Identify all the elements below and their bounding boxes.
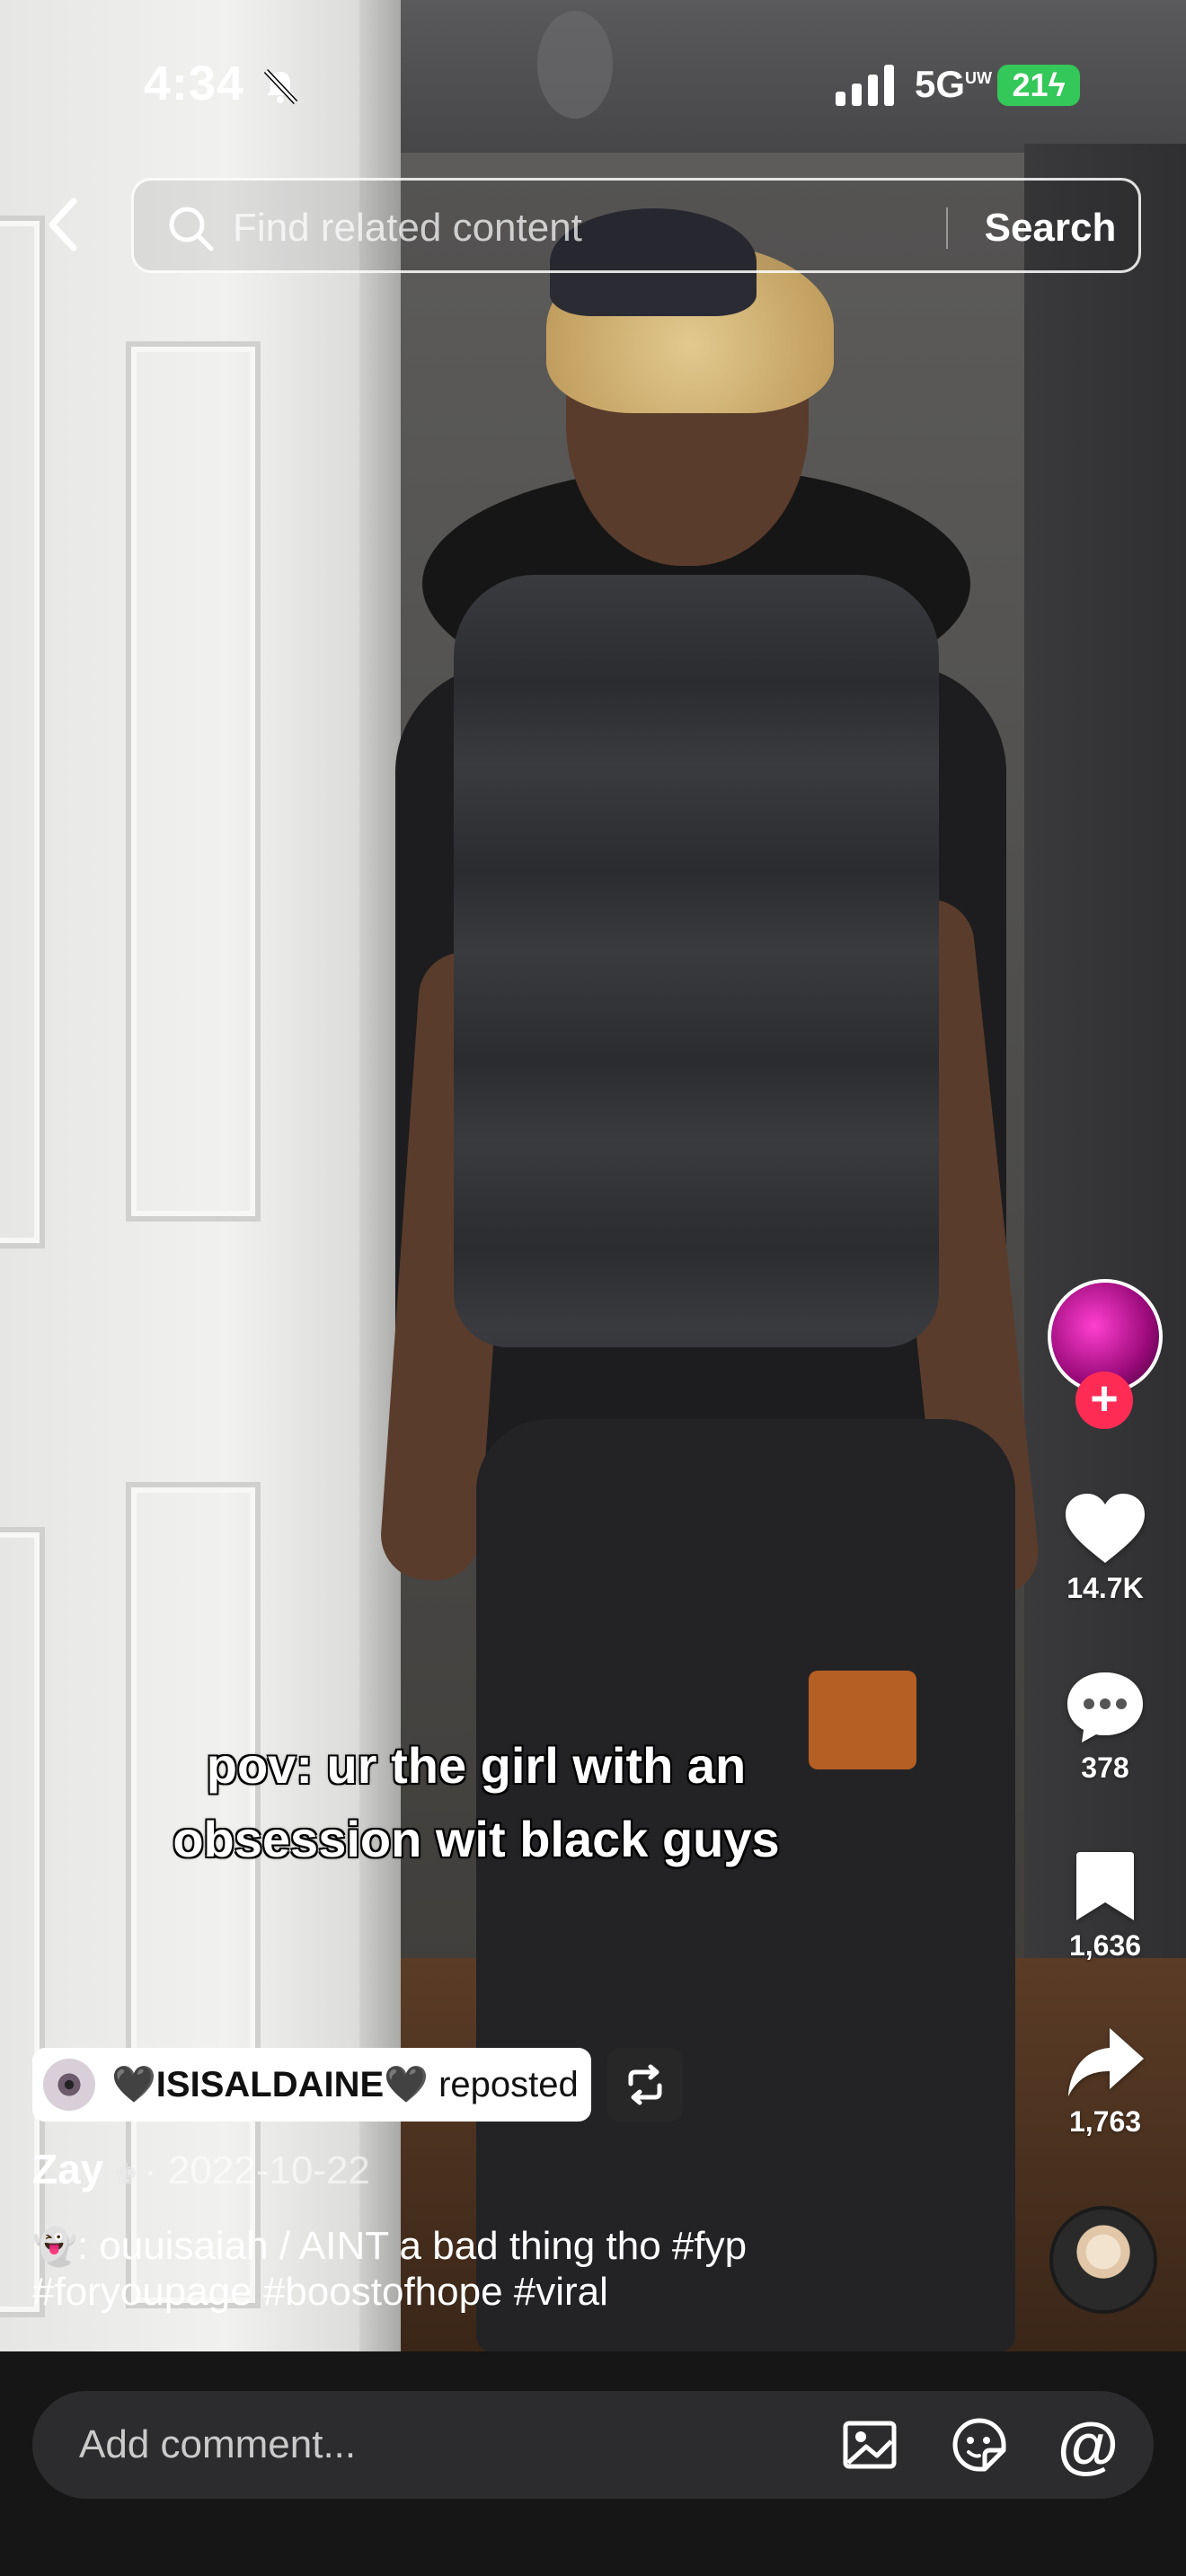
description-hashtags[interactable]: #foryoupage #boostofhope #viral xyxy=(32,2270,1021,2315)
network-type-suffix: UW xyxy=(965,69,993,87)
description-text: : ouuisaiah / AINT a bad thing tho #fyp xyxy=(76,2224,748,2268)
at-icon[interactable]: @ xyxy=(1057,2407,1120,2483)
bookmark-icon xyxy=(1076,1852,1134,1920)
favorite-count: 1,636 xyxy=(1068,1929,1142,1962)
search-divider xyxy=(946,207,948,249)
comment-button[interactable]: 378 xyxy=(1042,1669,1168,1785)
chevron-left-icon[interactable] xyxy=(32,189,95,260)
repost-icon xyxy=(628,2064,662,2105)
author-line: Zay ♚ · 2022-10-22 xyxy=(32,2145,370,2193)
door-panel xyxy=(0,216,45,1248)
door-panel xyxy=(0,1527,45,2317)
post-description: 👻: ouuisaiah / AINT a bad thing tho #fyp… xyxy=(32,2224,1021,2315)
share-button[interactable]: 1,763 xyxy=(1042,2025,1168,2139)
ghost-icon: 👻 xyxy=(32,2228,77,2267)
comment-input[interactable]: Add comment... xyxy=(79,2391,356,2499)
battery-level: 21 xyxy=(1012,66,1049,103)
caption-line: obsession wit black guys xyxy=(172,1810,780,1868)
battery-indicator: 21ϟ xyxy=(997,65,1080,106)
image-icon[interactable] xyxy=(841,2416,898,2474)
comment-bar: Add comment... @ xyxy=(0,2351,1186,2576)
repost-user-avatar xyxy=(43,2059,95,2111)
charging-bolt-icon: ϟ xyxy=(1048,66,1066,103)
comment-count: 378 xyxy=(1081,1751,1129,1784)
share-count: 1,763 xyxy=(1068,2105,1142,2138)
like-button[interactable]: 14.7K xyxy=(1042,1491,1168,1605)
author-name[interactable]: Zay xyxy=(32,2146,103,2192)
heart-icon xyxy=(1066,1494,1145,1563)
search-button[interactable]: Search xyxy=(969,198,1131,258)
repost-action-label: reposted xyxy=(438,2065,579,2104)
description-line: 👻: ouuisaiah / AINT a bad thing tho #fyp xyxy=(32,2224,1021,2270)
follow-plus-icon[interactable]: + xyxy=(1075,1372,1133,1429)
person-puffer-vest xyxy=(454,575,939,1347)
share-icon xyxy=(1068,2028,1144,2096)
video-caption-overlay: pov: ur the girl with an obsession wit b… xyxy=(99,1729,854,1876)
bell-muted-icon xyxy=(263,68,298,105)
like-count: 14.7K xyxy=(1067,1572,1144,1604)
repost-button[interactable] xyxy=(607,2048,683,2122)
comment-field[interactable]: Add comment... @ xyxy=(32,2391,1154,2499)
signal-bars-icon xyxy=(836,65,894,106)
search-icon xyxy=(169,207,214,251)
search-input[interactable]: Find related content xyxy=(233,198,1041,258)
video-player[interactable] xyxy=(0,0,1186,2351)
music-disc-avatar[interactable] xyxy=(1049,2206,1157,2314)
repost-user: 🖤ISISALDAINE🖤 xyxy=(111,2065,429,2104)
video-door xyxy=(0,0,377,2351)
search-bar[interactable]: Find related content Search xyxy=(131,178,1141,273)
comment-icon xyxy=(1067,1672,1143,1742)
repost-label: 🖤ISISALDAINE🖤 reposted xyxy=(111,2048,579,2122)
repost-badge[interactable]: 🖤ISISALDAINE🖤 reposted xyxy=(32,2048,591,2122)
tiktok-video-screen: 4:34 5GUW 21ϟ Find related content Searc… xyxy=(0,0,1186,2576)
sticker-icon[interactable] xyxy=(951,2416,1008,2474)
caption-line: pov: ur the girl with an xyxy=(206,1736,747,1795)
network-type: 5GUW xyxy=(915,63,992,106)
crown-icon: ♚ xyxy=(112,2157,138,2190)
network-type-label: 5G xyxy=(915,63,966,105)
post-date: · 2022-10-22 xyxy=(143,2148,370,2192)
person-pants xyxy=(476,1419,1015,2351)
favorite-button[interactable]: 1,636 xyxy=(1042,1848,1168,1963)
status-time: 4:34 xyxy=(144,57,245,110)
door-panel xyxy=(126,341,261,1222)
video-ceiling-light xyxy=(537,11,613,119)
